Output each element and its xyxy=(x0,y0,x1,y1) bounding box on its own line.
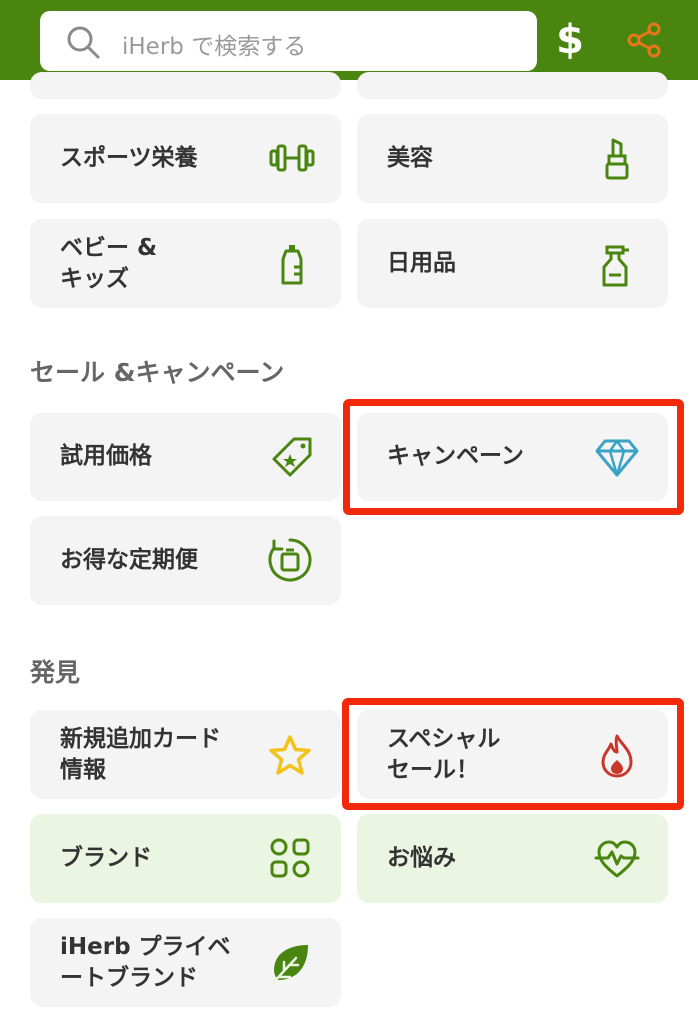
sale-card-subscription[interactable]: お得な定期便 xyxy=(30,516,341,605)
section-title-discover: 発見 xyxy=(30,658,81,687)
search-placeholder: iHerb で検索する xyxy=(122,34,307,60)
category-card-beauty[interactable]: 美容 xyxy=(357,114,668,203)
dumbbell-icon xyxy=(269,144,315,172)
share-icon[interactable] xyxy=(626,22,662,58)
category-card-baby-kids[interactable]: ベビー & キッズ xyxy=(30,219,341,308)
top-bar: iHerb で検索する $ xyxy=(0,0,698,80)
search-input[interactable]: iHerb で検索する xyxy=(40,11,537,71)
diamond-icon xyxy=(595,439,639,477)
currency-button[interactable]: $ xyxy=(555,18,585,62)
discover-card-private-brand[interactable]: iHerb プライベ ートブランド xyxy=(30,918,341,1007)
category-card-partial[interactable] xyxy=(30,72,341,99)
subscription-icon xyxy=(268,538,312,582)
discover-card-special-sale[interactable]: スペシャル セール！ xyxy=(357,710,668,799)
card-label: スペシャル セール！ xyxy=(387,726,501,783)
card-label: ベビー & キッズ xyxy=(60,235,158,292)
search-icon xyxy=(67,26,100,59)
baby-bottle-icon xyxy=(281,245,303,285)
lipstick-icon xyxy=(605,138,629,180)
card-label: お得な定期便 xyxy=(60,547,198,573)
card-label: 美容 xyxy=(387,145,433,171)
category-card-sports[interactable]: スポーツ栄養 xyxy=(30,114,341,203)
leaf-icon xyxy=(270,945,308,986)
sale-card-trial-price[interactable]: 試用価格 xyxy=(30,413,341,501)
card-label: キャンペーン xyxy=(387,443,524,469)
discover-card-new-arrivals[interactable]: 新規追加カード 情報 xyxy=(30,710,341,799)
section-title-sale: セール &キャンペーン xyxy=(30,358,285,387)
fire-icon xyxy=(601,734,633,778)
heart-pulse-icon xyxy=(594,840,640,878)
category-card-household[interactable]: 日用品 xyxy=(357,219,668,308)
discover-card-brands[interactable]: ブランド xyxy=(30,814,341,903)
card-label: 試用価格 xyxy=(60,443,152,469)
brands-grid-icon xyxy=(270,838,310,878)
discover-card-concerns[interactable]: お悩み xyxy=(357,814,668,903)
card-label: 日用品 xyxy=(387,250,456,276)
card-label: 新規追加カード 情報 xyxy=(60,726,221,783)
card-label: お悩み xyxy=(387,845,456,871)
spray-bottle-icon xyxy=(602,245,629,287)
price-tag-icon xyxy=(272,437,312,477)
category-card-partial[interactable] xyxy=(357,72,668,99)
sale-card-campaign[interactable]: キャンペーン xyxy=(357,413,668,501)
card-label: スポーツ栄養 xyxy=(60,145,198,171)
card-label: iHerb プライベ ートブランド xyxy=(60,934,231,991)
card-label: ブランド xyxy=(60,845,152,871)
star-icon xyxy=(269,735,311,775)
